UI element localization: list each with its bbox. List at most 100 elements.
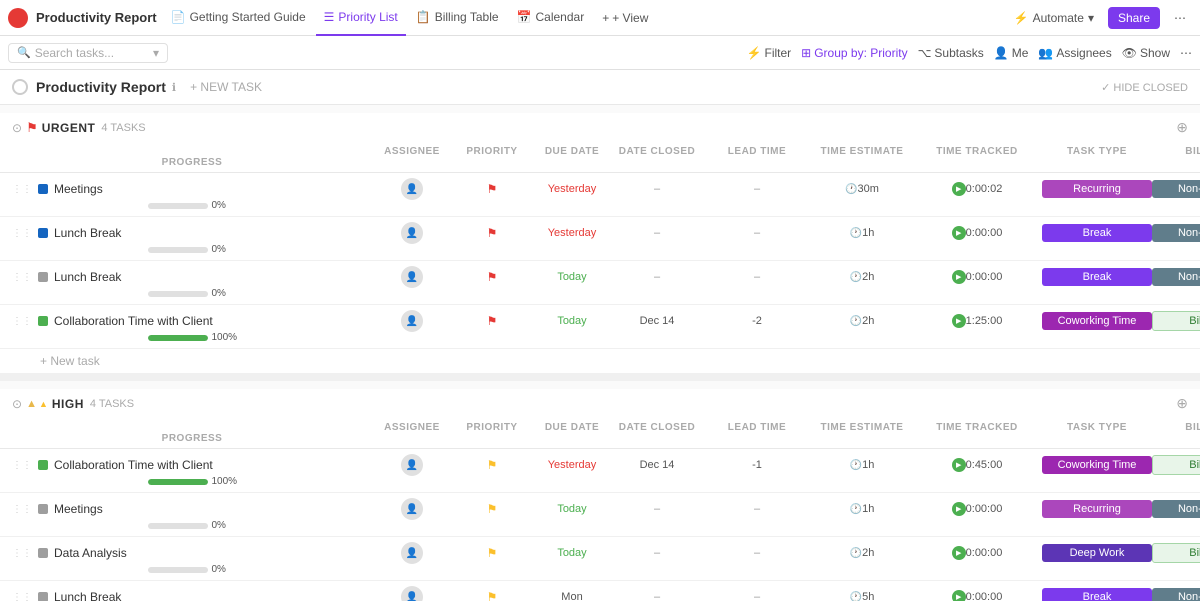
clock-icon: 🕐 [850, 272, 862, 283]
search-box[interactable]: 🔍 Search tasks... ▾ [8, 43, 168, 63]
me-btn[interactable]: 👤 Me [994, 46, 1029, 60]
app-container: Productivity Report 📄 Getting Started Gu… [0, 0, 1200, 601]
nav-right: ⚡ Automate ▾ Share ⋯ [1008, 7, 1192, 29]
show-btn[interactable]: 👁 Show [1122, 46, 1170, 60]
progress-pct: 0% [212, 200, 237, 211]
billing-badge: Non-billable [1152, 268, 1200, 286]
filter-btn[interactable]: ⚡ Filter [747, 46, 792, 60]
task-row[interactable]: ⋮⋮ Collaboration Time with Client 👤 ⚑ To… [0, 305, 1200, 349]
play-icon: ▶ [952, 226, 966, 240]
task-row[interactable]: ⋮⋮Collaboration Time with Client 👤 ⚑ Yes… [0, 449, 1200, 493]
drag-handle: ⋮⋮ [12, 228, 32, 239]
task-name: Collaboration Time with Client [54, 458, 213, 472]
time-estimate: 30m [858, 183, 879, 195]
section-high: ⊙ ▲ ▲ HIGH 4 TASKS ⊕ ASSIGNEE PRIORITY D… [0, 389, 1200, 601]
time-tracked: 0:00:00 [966, 227, 1003, 239]
group-icon: ⊞ [801, 46, 811, 60]
assignees-icon: 👥 [1038, 46, 1053, 60]
col-progress: PROGRESS [12, 157, 372, 168]
filter-icon: ⚡ [747, 46, 762, 60]
chevron-down-icon: ▾ [153, 46, 159, 60]
tab-billing-table[interactable]: 📋 Billing Table [408, 0, 507, 36]
section-header-high: ⊙ ▲ ▲ HIGH 4 TASKS ⊕ [0, 389, 1200, 418]
task-name: Lunch Break [54, 270, 121, 284]
play-icon: ▶ [952, 182, 966, 196]
task-name: Lunch Break [54, 226, 121, 240]
progress-bar [148, 203, 208, 209]
clock-icon: 🕐 [850, 228, 862, 239]
tab-priority-list[interactable]: ☰ Priority List [316, 0, 406, 36]
clock-icon: 🕐 [845, 184, 857, 195]
task-name: Collaboration Time with Client [54, 314, 213, 328]
billing-badge: Non-billable [1152, 224, 1200, 242]
automate-btn[interactable]: ⚡ Automate ▾ [1008, 9, 1100, 27]
section-name-urgent: URGENT [42, 121, 96, 135]
subtasks-btn[interactable]: ⌥ Subtasks [918, 46, 984, 60]
section-name-high: HIGH [52, 397, 84, 411]
share-btn[interactable]: Share [1108, 7, 1160, 29]
task-row[interactable]: ⋮⋮Data Analysis 👤 ⚑ Today – – 🕐2h ▶0:00:… [0, 537, 1200, 581]
hide-closed-btn[interactable]: ✓ HIDE CLOSED [1101, 81, 1188, 94]
billing-badge: Billable [1152, 311, 1200, 331]
col-headers-urgent: ASSIGNEE PRIORITY DUE DATE DATE CLOSED L… [0, 142, 1200, 173]
col-date-closed: DATE CLOSED [612, 146, 702, 157]
tab-calendar[interactable]: 📅 Calendar [509, 0, 593, 36]
add-view-btn[interactable]: + + View [594, 7, 656, 29]
time-estimate: 1h [862, 227, 874, 239]
add-task-icon-urgent[interactable]: ⊕ [1176, 119, 1188, 136]
task-row[interactable]: ⋮⋮ Lunch Break 👤 ⚑ Yesterday – – 🕐1h ▶0:… [0, 217, 1200, 261]
project-status-icon [12, 79, 28, 95]
task-row[interactable]: ⋮⋮Lunch Break 👤 ⚑ Mon – – 🕐5h ▶0:00:00 B… [0, 581, 1200, 601]
col-lead-time: LEAD TIME [702, 146, 812, 157]
tab-getting-started[interactable]: 📄 Getting Started Guide [163, 0, 314, 36]
top-nav: Productivity Report 📄 Getting Started Gu… [0, 0, 1200, 36]
collapse-icon-high[interactable]: ⊙ [12, 397, 22, 411]
project-title: Productivity Report [36, 79, 166, 95]
assignee-avatar: 👤 [401, 266, 423, 288]
priority-flag: ⚑ [487, 270, 498, 284]
subtasks-icon: ⌥ [918, 46, 932, 60]
col-billing: BILLING [1152, 146, 1200, 157]
task-name: Meetings [54, 182, 103, 196]
more-options-btn[interactable]: ⋯ [1168, 9, 1192, 27]
assignee-avatar: 👤 [401, 310, 423, 332]
tab-icon-priority-list: ☰ [324, 10, 335, 24]
task-color-dot [38, 272, 48, 282]
toolbar: 🔍 Search tasks... ▾ ⚡ Filter ⊞ Group by:… [0, 36, 1200, 70]
col-task-type: TASK TYPE [1042, 146, 1152, 157]
due-date: Yesterday [548, 183, 597, 195]
me-icon: 👤 [994, 46, 1009, 60]
more-toolbar-btn[interactable]: ⋯ [1180, 46, 1192, 60]
add-task-urgent[interactable]: + New task [0, 349, 1200, 373]
priority-flag: ⚑ [487, 314, 498, 328]
due-date: Today [557, 271, 586, 283]
task-type-badge: Coworking Time [1042, 312, 1152, 330]
info-icon[interactable]: ℹ [172, 81, 176, 94]
task-type-badge: Break [1042, 268, 1152, 286]
assignees-btn[interactable]: 👥 Assignees [1038, 46, 1111, 60]
col-assignee: ASSIGNEE [372, 146, 452, 157]
assignee-avatar: 👤 [401, 178, 423, 200]
drag-handle: ⋮⋮ [12, 184, 32, 195]
task-row[interactable]: ⋮⋮Meetings 👤 ⚑ Today – – 🕐1h ▶0:00:00 Re… [0, 493, 1200, 537]
urgent-flag-icon: ⚑ [26, 120, 38, 136]
section-count-high: 4 TASKS [90, 398, 134, 410]
task-row[interactable]: ⋮⋮ Lunch Break 👤 ⚑ Today – – 🕐2h ▶0:00:0… [0, 261, 1200, 305]
time-estimate: 2h [862, 271, 874, 283]
new-task-header-btn[interactable]: + NEW TASK [184, 78, 268, 96]
progress-pct: 100% [212, 332, 237, 343]
chevron-down-icon: ▾ [1088, 11, 1094, 25]
tab-icon-calendar: 📅 [517, 10, 532, 24]
task-color-dot [38, 316, 48, 326]
task-type-badge: Recurring [1042, 180, 1152, 198]
collapse-icon-urgent[interactable]: ⊙ [12, 121, 22, 135]
group-by-btn[interactable]: ⊞ Group by: Priority [801, 46, 907, 60]
assignee-avatar: 👤 [401, 222, 423, 244]
time-tracked: 1:25:00 [966, 315, 1003, 327]
section-count-urgent: 4 TASKS [101, 122, 145, 134]
project-header: Productivity Report ℹ + NEW TASK ✓ HIDE … [0, 70, 1200, 105]
add-task-icon-high[interactable]: ⊕ [1176, 395, 1188, 412]
date-closed: – [654, 183, 660, 195]
lead-time: -2 [752, 315, 762, 327]
task-row[interactable]: ⋮⋮ Meetings 👤 ⚑ Yesterday – – 🕐30m ▶0:00… [0, 173, 1200, 217]
